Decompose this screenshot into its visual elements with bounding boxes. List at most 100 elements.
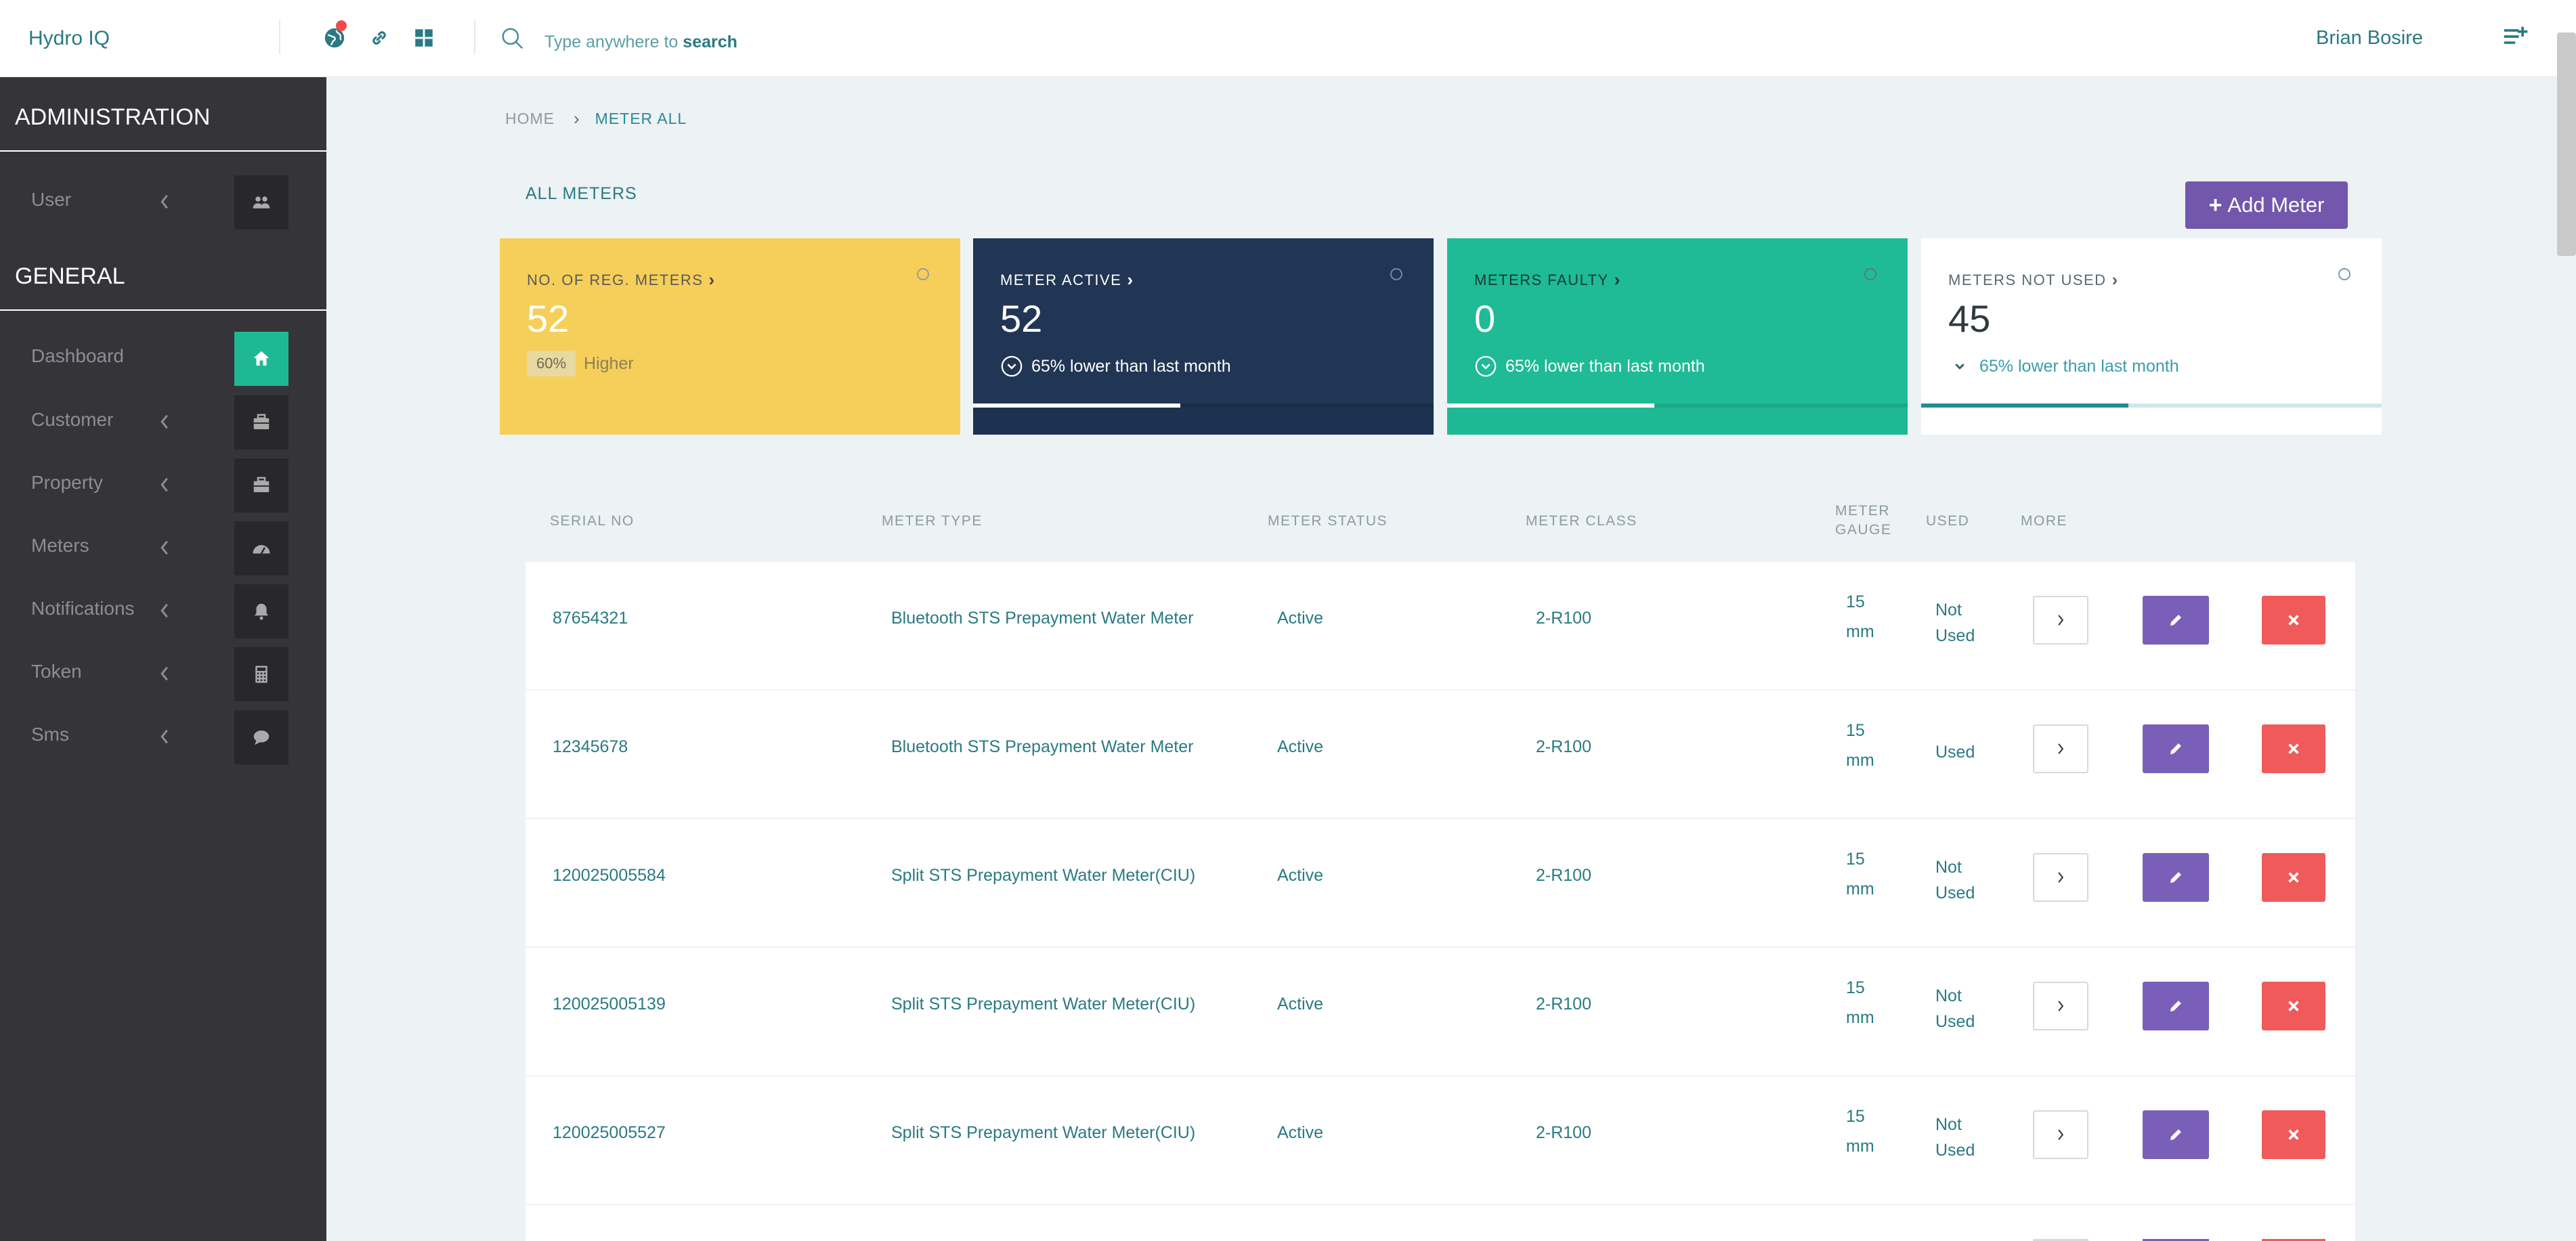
sidebar-item-property[interactable]: Property [0,458,326,513]
sidebar-item-dashboard[interactable]: Dashboard [0,332,326,386]
edit-button[interactable] [2143,1110,2209,1159]
table-row[interactable]: 120025005139 Split STS Prepayment Water … [525,948,2355,1076]
sidebar-btn-notifications[interactable] [234,584,288,638]
close-icon [2288,615,2299,626]
table-row[interactable]: 120025005584 Split STS Prepayment Water … [525,819,2355,948]
scrollbar-thumb[interactable] [2557,32,2576,256]
grid-icon[interactable] [410,24,437,51]
table-row[interactable]: 120025005527 Split STS Prepayment Water … [525,1076,2355,1205]
cell-gauge-unit: mm [1846,1137,1874,1156]
stat-note-text: 65% lower than last month [1505,356,1705,376]
stat-card-not-used[interactable]: METERS NOT USED › 45 65% lower than last … [1921,238,2382,435]
cell-type: Bluetooth STS Prepayment Water Meter [891,737,1194,756]
topbar-divider [279,20,280,54]
search-input[interactable]: Type anywhere to search [544,32,737,52]
cell-class: 2-R100 [1536,737,1591,756]
plus-icon: + [2208,192,2223,218]
close-icon [2288,872,2299,883]
sidebar-btn-user[interactable] [234,175,288,230]
sidebar-item-label: Sms [31,724,69,745]
sidebar-section-administration: ADMINISTRATION [0,77,326,152]
column-header-gauge[interactable]: GAUGE [1835,520,1891,540]
pencil-icon [2170,872,2181,883]
stat-title-text: METERS FAULTY [1474,271,1609,288]
chevron-left-icon [160,194,168,209]
column-header-serial[interactable]: SERIAL NO [550,511,635,531]
stat-value: 52 [1000,297,1043,340]
sidebar-btn-token[interactable] [234,647,288,701]
view-more-button[interactable] [2033,853,2088,902]
app-brand[interactable]: Hydro IQ [28,27,110,50]
view-more-button[interactable] [2033,1110,2088,1159]
sidebar-item-meters[interactable]: Meters [0,521,326,575]
table-row[interactable]: 12345678 Bluetooth STS Prepayment Water … [525,691,2355,819]
cell-gauge: 15 [1846,721,1865,740]
chevron-right-icon [2058,615,2064,626]
breadcrumb: HOME › METER ALL [505,108,687,129]
add-meter-button[interactable]: + Add Meter [2185,181,2348,229]
breadcrumb-home[interactable]: HOME [505,110,555,128]
globe-icon[interactable] [321,20,348,51]
pencil-icon [2170,1129,2181,1140]
stat-note: 65% lower than last month [1474,355,1705,378]
cell-gauge: 15 [1846,592,1865,611]
sidebar-item-sms[interactable]: Sms [0,710,326,764]
sidebar-btn-dashboard[interactable] [234,332,288,386]
cell-serial[interactable]: 120025005584 [553,863,666,888]
table-row[interactable]: 87654321 Bluetooth STS Prepayment Water … [525,562,2355,691]
sidebar-btn-customer[interactable] [234,395,288,450]
chevron-down-circle-icon [1001,355,1023,377]
breadcrumb-current: METER ALL [595,110,687,127]
card-footer [1447,408,1908,435]
meters-table: 87654321 Bluetooth STS Prepayment Water … [525,562,2355,1241]
sidebar-item-user[interactable]: User [0,175,326,230]
stat-title-text: METERS NOT USED [1948,271,2107,288]
edit-button[interactable] [2143,982,2209,1030]
cell-serial[interactable]: 12345678 [553,734,628,760]
cell-serial[interactable]: 120025005139 [553,991,666,1017]
search-icon[interactable] [500,26,525,51]
cell-used: Used [1935,1012,1975,1031]
delete-button[interactable] [2262,724,2325,773]
page-title: ALL METERS [525,184,637,203]
view-more-button[interactable] [2033,724,2088,773]
edit-button[interactable] [2143,853,2209,902]
user-name[interactable]: Brian Bosire [2316,27,2423,49]
sidebar-item-customer[interactable]: Customer [0,395,326,450]
sidebar-btn-meters[interactable] [234,521,288,575]
chevron-left-icon [160,603,168,618]
column-header-more[interactable]: MORE [2021,511,2067,531]
edit-button[interactable] [2143,596,2209,645]
chat-icon [253,731,270,745]
sidebar-btn-property[interactable] [234,458,288,513]
cell-serial[interactable]: 87654321 [553,605,628,631]
column-header-used[interactable]: USED [1926,511,1969,531]
column-header-class[interactable]: METER CLASS [1526,511,1637,531]
edit-button[interactable] [2143,724,2209,773]
delete-button[interactable] [2262,853,2325,902]
stat-card-registered[interactable]: NO. OF REG. METERS › 52 60% Higher [500,238,960,435]
delete-button[interactable] [2262,596,2325,645]
column-header-gauge[interactable]: METER [1835,501,1890,521]
column-header-type[interactable]: METER TYPE [882,511,983,531]
view-more-button[interactable] [2033,982,2088,1030]
sidebar-item-notifications[interactable]: Notifications [0,584,326,638]
link-icon[interactable] [366,24,393,51]
view-more-button[interactable] [2033,596,2088,645]
stat-value: 52 [527,297,570,340]
cell-serial[interactable]: 120025005527 [553,1120,666,1146]
column-header-status[interactable]: METER STATUS [1268,511,1388,531]
stat-card-faulty[interactable]: METERS FAULTY › 0 65% lower than last mon… [1447,238,1908,435]
chevron-right-icon [2058,1001,2064,1011]
chevron-left-icon [160,729,168,744]
sidebar-btn-sms[interactable] [234,710,288,764]
chevron-left-icon [160,477,168,492]
delete-button[interactable] [2262,982,2325,1030]
menu-add-icon[interactable] [2502,23,2531,50]
sidebar-item-token[interactable]: Token [0,647,326,701]
sidebar-item-label: Customer [31,409,114,430]
circle-icon [1390,268,1402,280]
cell-used: Used [1935,1141,1975,1160]
delete-button[interactable] [2262,1110,2325,1159]
stat-card-active[interactable]: METER ACTIVE › 52 65% lower than last mon… [973,238,1434,435]
